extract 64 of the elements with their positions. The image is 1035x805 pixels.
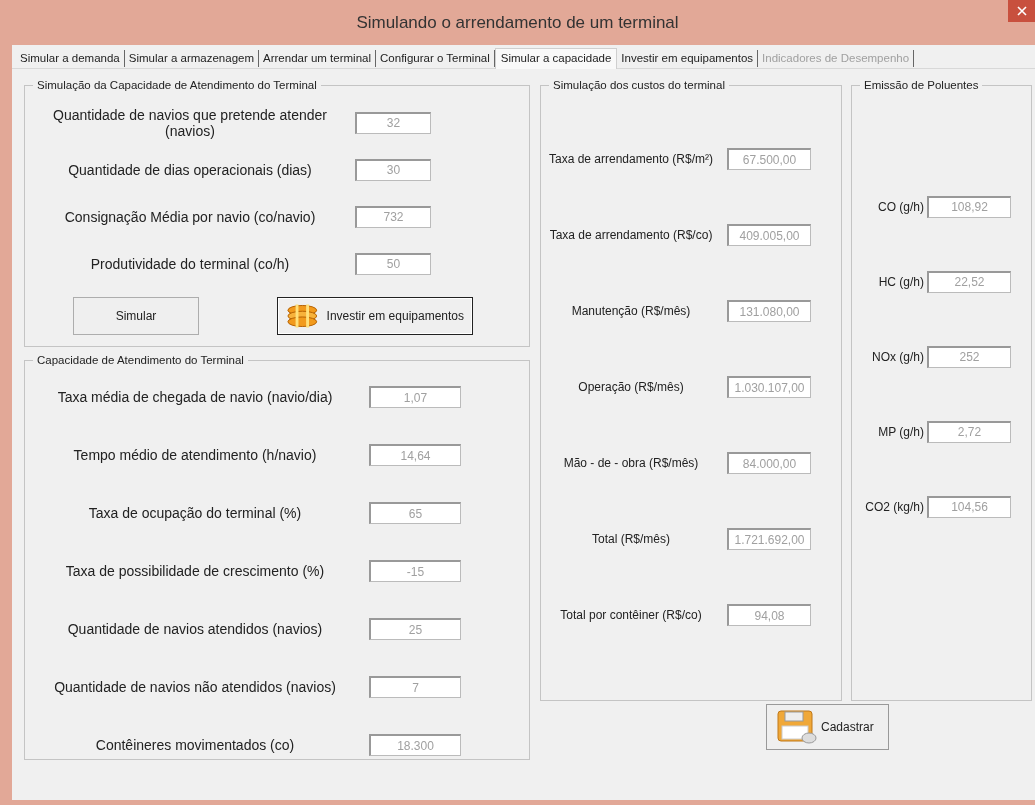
value-field[interactable]: 67.500,00 bbox=[727, 148, 811, 170]
field-label: Taxa de possibilidade de crescimento (%) bbox=[64, 563, 326, 579]
field-label: Manutenção (R$/mês) bbox=[570, 304, 692, 318]
value-field[interactable]: 30 bbox=[355, 158, 431, 181]
value-field[interactable]: 14,64 bbox=[369, 444, 461, 466]
simulate-button[interactable]: Simular bbox=[73, 297, 199, 335]
value-field[interactable]: 65 bbox=[369, 502, 461, 524]
save-button[interactable]: Cadastrar bbox=[766, 704, 889, 750]
value-field[interactable]: 84.000,00 bbox=[727, 452, 811, 474]
value-field[interactable]: 7 bbox=[369, 676, 461, 698]
value-field[interactable]: 131.080,00 bbox=[727, 300, 811, 322]
tab[interactable]: Simular a armazenagem bbox=[124, 50, 259, 67]
group-title: Simulação dos custos do terminal bbox=[552, 79, 726, 91]
value-field[interactable]: 1.030.107,00 bbox=[727, 376, 811, 398]
field-label: Produtividade do terminal (co/h) bbox=[89, 255, 291, 272]
value-field[interactable]: 18.300 bbox=[369, 734, 461, 756]
field-label: Taxa de arrendamento (R$/m²) bbox=[547, 152, 715, 166]
value-field[interactable]: 732 bbox=[355, 205, 431, 228]
field-label: NOx (g/h) bbox=[871, 349, 924, 364]
tab[interactable]: Simular a capacidade bbox=[494, 48, 618, 69]
group-title: Capacidade de Atendimento do Terminal bbox=[36, 354, 245, 366]
value-field[interactable]: 32 bbox=[355, 111, 431, 134]
field-label: Total (R$/mês) bbox=[591, 532, 671, 546]
tab[interactable]: Configurar o Terminal bbox=[376, 50, 495, 67]
field-label: CO2 (kg/h) bbox=[864, 499, 924, 514]
field-label: Taxa de ocupação do terminal (%) bbox=[87, 505, 303, 521]
field-label: CO (g/h) bbox=[877, 199, 924, 214]
field-label: Quantidade de navios não atendidos (navios) bbox=[53, 679, 337, 695]
field-label: MP (g/h) bbox=[877, 424, 924, 439]
field-label: Tempo médio de atendimento (h/navio) bbox=[72, 447, 318, 463]
field-label: Contêineres movimentados (co) bbox=[94, 737, 296, 753]
value-field[interactable]: 2,72 bbox=[927, 420, 1011, 443]
close-button[interactable] bbox=[1008, 0, 1035, 22]
window-title: Simulando o arrendamento de um terminal bbox=[356, 12, 679, 33]
field-label: Taxa de arrendamento (R$/co) bbox=[548, 228, 714, 242]
value-field[interactable]: 50 bbox=[355, 252, 431, 275]
coins-icon bbox=[286, 303, 319, 329]
value-field[interactable]: 1.721.692,00 bbox=[727, 528, 811, 550]
field-label: Quantidade de navios que pretende atender (navios) bbox=[52, 106, 328, 139]
group-title: Simulação da Capacidade de Atendimento do Terminal bbox=[36, 79, 318, 91]
field-label: Total por contêiner (R$/co) bbox=[559, 608, 703, 622]
tab[interactable]: Simular a demanda bbox=[16, 50, 125, 67]
tab[interactable]: Arrendar um terminal bbox=[259, 50, 377, 67]
value-field[interactable]: 409.005,00 bbox=[727, 224, 811, 246]
field-label: Taxa média de chegada de navio (navio/dia) bbox=[56, 389, 334, 405]
close-icon bbox=[1016, 6, 1027, 16]
value-field[interactable]: 25 bbox=[369, 618, 461, 640]
field-label: Mão - de - obra (R$/mês) bbox=[562, 456, 700, 470]
value-field[interactable]: 252 bbox=[927, 345, 1011, 368]
field-label: Quantidade de dias operacionais (dias) bbox=[67, 161, 313, 178]
tab[interactable]: Investir em equipamentos bbox=[617, 50, 759, 67]
field-label: Quantidade de navios atendidos (navios) bbox=[66, 621, 324, 637]
value-field[interactable]: 94,08 bbox=[727, 604, 811, 626]
value-field[interactable]: 108,92 bbox=[927, 195, 1011, 218]
value-field[interactable]: 22,52 bbox=[927, 270, 1011, 293]
value-field[interactable]: -15 bbox=[369, 560, 461, 582]
field-label: HC (g/h) bbox=[877, 274, 924, 289]
value-field[interactable]: 1,07 bbox=[369, 386, 461, 408]
value-field[interactable]: 104,56 bbox=[927, 495, 1011, 518]
group-title: Emissão de Poluentes bbox=[863, 79, 980, 91]
field-label: Consignação Média por navio (co/navio) bbox=[63, 208, 317, 225]
floppy-disk-icon bbox=[777, 710, 817, 744]
invest-button[interactable]: Investir em equipamentos bbox=[277, 297, 473, 335]
field-label: Operação (R$/mês) bbox=[577, 380, 685, 394]
